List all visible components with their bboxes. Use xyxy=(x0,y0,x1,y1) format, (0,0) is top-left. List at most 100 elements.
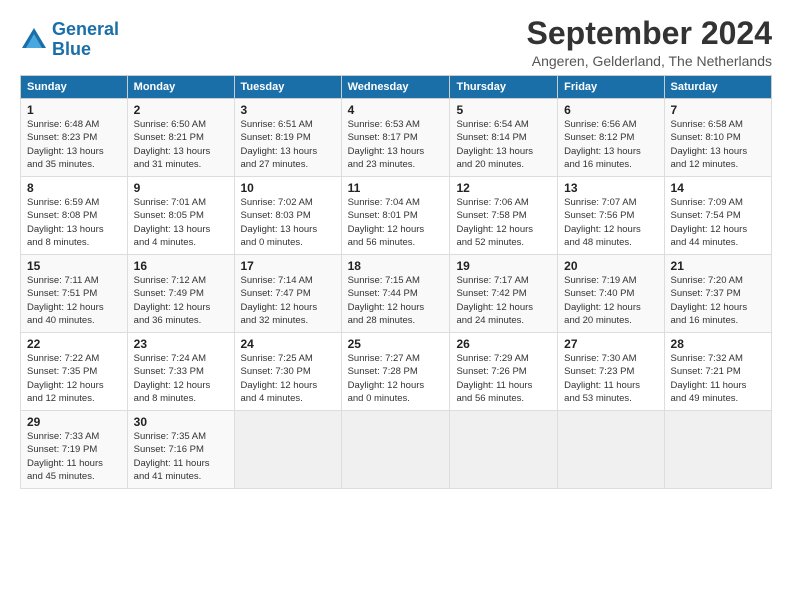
logo-text-line1: General xyxy=(52,20,119,40)
header-sunday: Sunday xyxy=(21,76,128,99)
day-number: 17 xyxy=(241,259,335,273)
day-info: Sunrise: 7:09 AMSunset: 7:54 PMDaylight:… xyxy=(671,196,765,249)
calendar-week-4: 22Sunrise: 7:22 AMSunset: 7:35 PMDayligh… xyxy=(21,333,772,411)
day-info: Sunrise: 7:25 AMSunset: 7:30 PMDaylight:… xyxy=(241,352,335,405)
day-number: 29 xyxy=(27,415,121,429)
day-number: 14 xyxy=(671,181,765,195)
calendar-week-5: 29Sunrise: 7:33 AMSunset: 7:19 PMDayligh… xyxy=(21,411,772,489)
header-wednesday: Wednesday xyxy=(341,76,450,99)
location: Angeren, Gelderland, The Netherlands xyxy=(527,53,772,69)
table-row: 1Sunrise: 6:48 AMSunset: 8:23 PMDaylight… xyxy=(21,99,128,177)
table-row: 13Sunrise: 7:07 AMSunset: 7:56 PMDayligh… xyxy=(558,177,664,255)
table-row: 28Sunrise: 7:32 AMSunset: 7:21 PMDayligh… xyxy=(664,333,771,411)
day-info: Sunrise: 7:17 AMSunset: 7:42 PMDaylight:… xyxy=(456,274,551,327)
month-title: September 2024 xyxy=(527,16,772,51)
day-info: Sunrise: 6:53 AMSunset: 8:17 PMDaylight:… xyxy=(348,118,444,171)
table-row: 27Sunrise: 7:30 AMSunset: 7:23 PMDayligh… xyxy=(558,333,664,411)
day-number: 12 xyxy=(456,181,551,195)
day-number: 9 xyxy=(134,181,228,195)
table-row: 15Sunrise: 7:11 AMSunset: 7:51 PMDayligh… xyxy=(21,255,128,333)
table-row: 16Sunrise: 7:12 AMSunset: 7:49 PMDayligh… xyxy=(127,255,234,333)
table-row: 12Sunrise: 7:06 AMSunset: 7:58 PMDayligh… xyxy=(450,177,558,255)
table-row: 25Sunrise: 7:27 AMSunset: 7:28 PMDayligh… xyxy=(341,333,450,411)
day-info: Sunrise: 6:58 AMSunset: 8:10 PMDaylight:… xyxy=(671,118,765,171)
day-number: 26 xyxy=(456,337,551,351)
calendar-table: Sunday Monday Tuesday Wednesday Thursday… xyxy=(20,75,772,489)
table-row: 29Sunrise: 7:33 AMSunset: 7:19 PMDayligh… xyxy=(21,411,128,489)
table-row: 26Sunrise: 7:29 AMSunset: 7:26 PMDayligh… xyxy=(450,333,558,411)
calendar-header-row: Sunday Monday Tuesday Wednesday Thursday… xyxy=(21,76,772,99)
day-number: 7 xyxy=(671,103,765,117)
header-saturday: Saturday xyxy=(664,76,771,99)
table-row: 20Sunrise: 7:19 AMSunset: 7:40 PMDayligh… xyxy=(558,255,664,333)
logo-icon xyxy=(20,26,48,54)
header-tuesday: Tuesday xyxy=(234,76,341,99)
day-info: Sunrise: 7:29 AMSunset: 7:26 PMDaylight:… xyxy=(456,352,551,405)
table-row: 11Sunrise: 7:04 AMSunset: 8:01 PMDayligh… xyxy=(341,177,450,255)
table-row: 5Sunrise: 6:54 AMSunset: 8:14 PMDaylight… xyxy=(450,99,558,177)
day-info: Sunrise: 7:14 AMSunset: 7:47 PMDaylight:… xyxy=(241,274,335,327)
header-friday: Friday xyxy=(558,76,664,99)
table-row: 9Sunrise: 7:01 AMSunset: 8:05 PMDaylight… xyxy=(127,177,234,255)
table-row: 10Sunrise: 7:02 AMSunset: 8:03 PMDayligh… xyxy=(234,177,341,255)
day-number: 23 xyxy=(134,337,228,351)
logo-text-line2: Blue xyxy=(52,40,119,60)
table-row xyxy=(664,411,771,489)
table-row: 30Sunrise: 7:35 AMSunset: 7:16 PMDayligh… xyxy=(127,411,234,489)
table-row xyxy=(450,411,558,489)
day-number: 16 xyxy=(134,259,228,273)
day-info: Sunrise: 7:15 AMSunset: 7:44 PMDaylight:… xyxy=(348,274,444,327)
day-info: Sunrise: 7:19 AMSunset: 7:40 PMDaylight:… xyxy=(564,274,657,327)
table-row: 14Sunrise: 7:09 AMSunset: 7:54 PMDayligh… xyxy=(664,177,771,255)
table-row: 8Sunrise: 6:59 AMSunset: 8:08 PMDaylight… xyxy=(21,177,128,255)
day-info: Sunrise: 7:04 AMSunset: 8:01 PMDaylight:… xyxy=(348,196,444,249)
header-monday: Monday xyxy=(127,76,234,99)
table-row: 23Sunrise: 7:24 AMSunset: 7:33 PMDayligh… xyxy=(127,333,234,411)
day-number: 28 xyxy=(671,337,765,351)
day-info: Sunrise: 7:22 AMSunset: 7:35 PMDaylight:… xyxy=(27,352,121,405)
logo: General Blue xyxy=(20,20,119,60)
header: General Blue September 2024 Angeren, Gel… xyxy=(20,16,772,69)
day-info: Sunrise: 7:24 AMSunset: 7:33 PMDaylight:… xyxy=(134,352,228,405)
day-number: 13 xyxy=(564,181,657,195)
day-info: Sunrise: 7:20 AMSunset: 7:37 PMDaylight:… xyxy=(671,274,765,327)
day-info: Sunrise: 6:48 AMSunset: 8:23 PMDaylight:… xyxy=(27,118,121,171)
calendar-week-2: 8Sunrise: 6:59 AMSunset: 8:08 PMDaylight… xyxy=(21,177,772,255)
day-number: 30 xyxy=(134,415,228,429)
day-number: 15 xyxy=(27,259,121,273)
day-info: Sunrise: 7:07 AMSunset: 7:56 PMDaylight:… xyxy=(564,196,657,249)
day-number: 19 xyxy=(456,259,551,273)
day-info: Sunrise: 6:54 AMSunset: 8:14 PMDaylight:… xyxy=(456,118,551,171)
table-row: 3Sunrise: 6:51 AMSunset: 8:19 PMDaylight… xyxy=(234,99,341,177)
table-row: 7Sunrise: 6:58 AMSunset: 8:10 PMDaylight… xyxy=(664,99,771,177)
day-info: Sunrise: 6:50 AMSunset: 8:21 PMDaylight:… xyxy=(134,118,228,171)
day-number: 25 xyxy=(348,337,444,351)
day-info: Sunrise: 7:32 AMSunset: 7:21 PMDaylight:… xyxy=(671,352,765,405)
day-number: 8 xyxy=(27,181,121,195)
day-number: 24 xyxy=(241,337,335,351)
day-info: Sunrise: 6:56 AMSunset: 8:12 PMDaylight:… xyxy=(564,118,657,171)
table-row: 4Sunrise: 6:53 AMSunset: 8:17 PMDaylight… xyxy=(341,99,450,177)
day-info: Sunrise: 7:06 AMSunset: 7:58 PMDaylight:… xyxy=(456,196,551,249)
day-number: 11 xyxy=(348,181,444,195)
day-number: 18 xyxy=(348,259,444,273)
day-number: 6 xyxy=(564,103,657,117)
table-row xyxy=(234,411,341,489)
table-row: 21Sunrise: 7:20 AMSunset: 7:37 PMDayligh… xyxy=(664,255,771,333)
calendar-week-3: 15Sunrise: 7:11 AMSunset: 7:51 PMDayligh… xyxy=(21,255,772,333)
day-info: Sunrise: 7:01 AMSunset: 8:05 PMDaylight:… xyxy=(134,196,228,249)
table-row: 6Sunrise: 6:56 AMSunset: 8:12 PMDaylight… xyxy=(558,99,664,177)
day-info: Sunrise: 7:02 AMSunset: 8:03 PMDaylight:… xyxy=(241,196,335,249)
table-row: 17Sunrise: 7:14 AMSunset: 7:47 PMDayligh… xyxy=(234,255,341,333)
day-info: Sunrise: 7:27 AMSunset: 7:28 PMDaylight:… xyxy=(348,352,444,405)
day-number: 5 xyxy=(456,103,551,117)
day-number: 2 xyxy=(134,103,228,117)
day-info: Sunrise: 7:11 AMSunset: 7:51 PMDaylight:… xyxy=(27,274,121,327)
day-info: Sunrise: 6:59 AMSunset: 8:08 PMDaylight:… xyxy=(27,196,121,249)
table-row: 2Sunrise: 6:50 AMSunset: 8:21 PMDaylight… xyxy=(127,99,234,177)
day-number: 10 xyxy=(241,181,335,195)
day-number: 21 xyxy=(671,259,765,273)
day-number: 22 xyxy=(27,337,121,351)
table-row: 19Sunrise: 7:17 AMSunset: 7:42 PMDayligh… xyxy=(450,255,558,333)
day-number: 20 xyxy=(564,259,657,273)
